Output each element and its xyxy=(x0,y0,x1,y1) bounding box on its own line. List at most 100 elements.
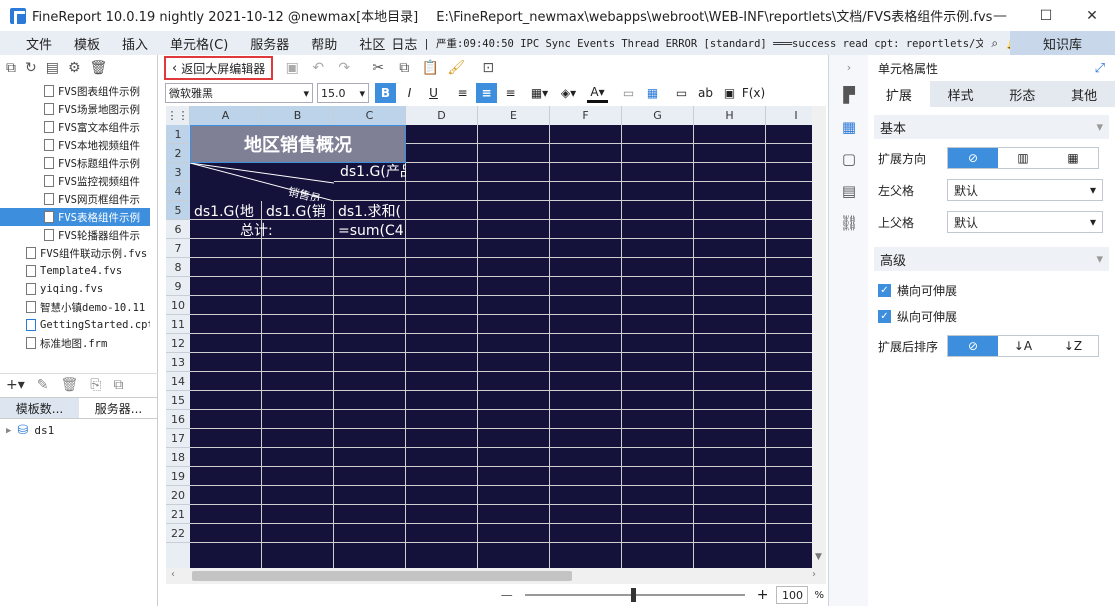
horizontal-expand-icon[interactable]: ▦ xyxy=(1048,148,1098,168)
template-tree[interactable]: FVS图表组件示例 FVS场景地图示例 FVS富文本组件示 FVS本地视频组件 … xyxy=(0,82,150,382)
row-header-9[interactable]: 9 xyxy=(166,277,190,296)
row-header-22[interactable]: 22 xyxy=(166,524,190,543)
delete-icon[interactable]: 🗑 xyxy=(61,377,79,393)
vertical-expandable-checkbox[interactable]: ✓ 纵向可伸展 xyxy=(878,305,1105,327)
menu-cell[interactable]: 单元格(C) xyxy=(159,34,239,53)
expand-arrow-icon[interactable]: ▶ xyxy=(6,426,11,436)
row-header-21[interactable]: 21 xyxy=(166,505,190,524)
undo-icon[interactable]: ↶ xyxy=(307,58,329,78)
tree-item[interactable]: 标准地图.frm xyxy=(0,334,150,352)
menu-file[interactable]: 文件 xyxy=(0,34,63,53)
row-header-18[interactable]: 18 xyxy=(166,448,190,467)
row-header-4[interactable]: 4 xyxy=(166,182,190,201)
font-family-select[interactable]: 微软雅黑 ▾ xyxy=(165,83,313,103)
sort-ascending-icon[interactable]: ↓A xyxy=(998,336,1048,356)
dataset-item[interactable]: ▶ ⛁ ds1 xyxy=(6,423,54,438)
insert-cell-icon[interactable]: ▭ xyxy=(671,83,692,103)
tree-item[interactable]: FVS组件联动示例.fvs xyxy=(0,244,150,262)
column-header-a[interactable]: A xyxy=(190,106,262,125)
fill-color-icon[interactable]: ◈▾ xyxy=(558,83,579,103)
diagonal-header-cell[interactable]: 销售员 xyxy=(190,163,334,201)
row-header-3[interactable]: 3 xyxy=(166,163,190,182)
font-color-icon[interactable]: A▾ xyxy=(587,83,608,103)
tree-item[interactable]: FVS监控视频组件 xyxy=(0,172,150,190)
align-right-icon[interactable]: ≡ xyxy=(500,83,521,103)
zoom-input[interactable]: 100 xyxy=(776,586,809,604)
search-icon[interactable]: ⌕ xyxy=(991,36,998,51)
align-left-icon[interactable]: ≡ xyxy=(452,83,473,103)
cell-c3[interactable]: ds1.G(产品) xyxy=(334,163,406,201)
zoom-in-button[interactable]: + xyxy=(757,587,769,603)
column-header-b[interactable]: B xyxy=(262,106,334,125)
column-header-h[interactable]: H xyxy=(694,106,766,125)
close-button[interactable]: ✕ xyxy=(1069,0,1115,31)
italic-button[interactable]: I xyxy=(399,83,420,103)
cell-element-icon[interactable]: ▛ xyxy=(829,79,869,111)
collapse-icon[interactable]: › xyxy=(829,55,869,79)
tree-item[interactable]: 智慧小镇demo-10.11 xyxy=(0,298,150,316)
font-size-select[interactable]: 15.0 ▾ xyxy=(317,83,369,103)
horizontal-scrollbar[interactable]: ‹ › xyxy=(166,568,826,584)
left-parent-select[interactable]: 默认 ▾ xyxy=(947,179,1103,201)
column-header-d[interactable]: D xyxy=(406,106,478,125)
row-header-14[interactable]: 14 xyxy=(166,372,190,391)
no-expand-icon[interactable]: ⊘ xyxy=(948,148,998,168)
row-header-2[interactable]: 2 xyxy=(166,144,190,163)
tab-server-data[interactable]: 服务器... xyxy=(79,398,158,418)
tab-style[interactable]: 样式 xyxy=(930,81,992,107)
refresh-icon[interactable]: ↻ xyxy=(25,60,37,76)
tab-expand[interactable]: 扩展 xyxy=(868,81,930,107)
bold-button[interactable]: B xyxy=(375,83,396,103)
column-header-f[interactable]: F xyxy=(550,106,622,125)
hyperlink-icon[interactable]: ⛓ xyxy=(829,207,869,239)
corner-icon[interactable]: ⋮⋮ xyxy=(166,106,190,125)
scroll-right-icon[interactable]: › xyxy=(812,569,816,580)
cell-ab5[interactable]: 总计: xyxy=(240,222,312,240)
format-brush-icon[interactable]: 🖌 xyxy=(445,58,467,78)
spreadsheet[interactable]: ⋮⋮ A B C D E F G H I 1 2 3 4 5 6 7 8 9 10 11 12 13 14… xyxy=(166,106,826,568)
cell-c4[interactable]: ds1.求和( xyxy=(338,203,406,221)
align-center-icon[interactable]: ≡ xyxy=(476,83,497,103)
menu-template[interactable]: 模板 xyxy=(63,34,111,53)
tree-item[interactable]: FVS轮播器组件示 xyxy=(0,226,150,244)
search-cell-icon[interactable]: ⊡ xyxy=(477,58,499,78)
tree-item-selected[interactable]: FVS表格组件示例 xyxy=(0,208,150,226)
sort-descending-icon[interactable]: ↓Z xyxy=(1048,336,1098,356)
column-header-c[interactable]: C xyxy=(334,106,406,125)
copy-icon[interactable]: ⧉ xyxy=(393,58,415,78)
top-parent-select[interactable]: 默认 ▾ xyxy=(947,211,1103,233)
tree-item[interactable]: FVS场景地图示例 xyxy=(0,100,150,118)
title-cell[interactable]: 地区销售概况 xyxy=(190,125,406,163)
redo-icon[interactable]: ↷ xyxy=(333,58,355,78)
tree-item[interactable]: FVS富文本组件示 xyxy=(0,118,150,136)
vertical-scrollbar[interactable]: ▼ xyxy=(812,106,826,568)
back-to-dashboard-button[interactable]: ‹ 返回大屏编辑器 xyxy=(164,56,274,80)
vertical-expand-icon[interactable]: ▥ xyxy=(998,148,1048,168)
row-header-13[interactable]: 13 xyxy=(166,353,190,372)
cut-icon[interactable]: ✂ xyxy=(367,58,389,78)
formula-icon[interactable]: F(x) xyxy=(742,83,765,103)
tree-item[interactable]: yiqing.fvs xyxy=(0,280,150,298)
open-icon[interactable]: ▤ xyxy=(46,60,59,76)
widget-icon[interactable]: ▢ xyxy=(829,143,869,175)
preview-icon[interactable]: ⎘ xyxy=(90,377,101,393)
menu-help[interactable]: 帮助 xyxy=(300,34,348,53)
column-header-e[interactable]: E xyxy=(478,106,550,125)
row-header-15[interactable]: 15 xyxy=(166,391,190,410)
image-icon[interactable]: ▣ xyxy=(719,83,740,103)
grid-icon[interactable]: ▦ xyxy=(642,83,663,103)
row-header-7[interactable]: 7 xyxy=(166,239,190,258)
save-icon[interactable]: ▣ xyxy=(281,58,303,78)
row-header-20[interactable]: 20 xyxy=(166,486,190,505)
cell-b4[interactable]: ds1.G(销 xyxy=(266,203,334,221)
text-ab-icon[interactable]: ab xyxy=(695,83,716,103)
no-sort-icon[interactable]: ⊘ xyxy=(948,336,998,356)
menu-server[interactable]: 服务器 xyxy=(239,34,300,53)
expand-panel-icon[interactable]: ⤢ xyxy=(1095,61,1105,76)
tree-item[interactable]: FVS网页框组件示 xyxy=(0,190,150,208)
border-icon[interactable]: ▦▾ xyxy=(529,83,550,103)
row-header-5[interactable]: 5 xyxy=(166,201,190,220)
scroll-left-icon[interactable]: ‹ xyxy=(171,569,175,580)
row-header-16[interactable]: 16 xyxy=(166,410,190,429)
underline-button[interactable]: U xyxy=(423,83,444,103)
